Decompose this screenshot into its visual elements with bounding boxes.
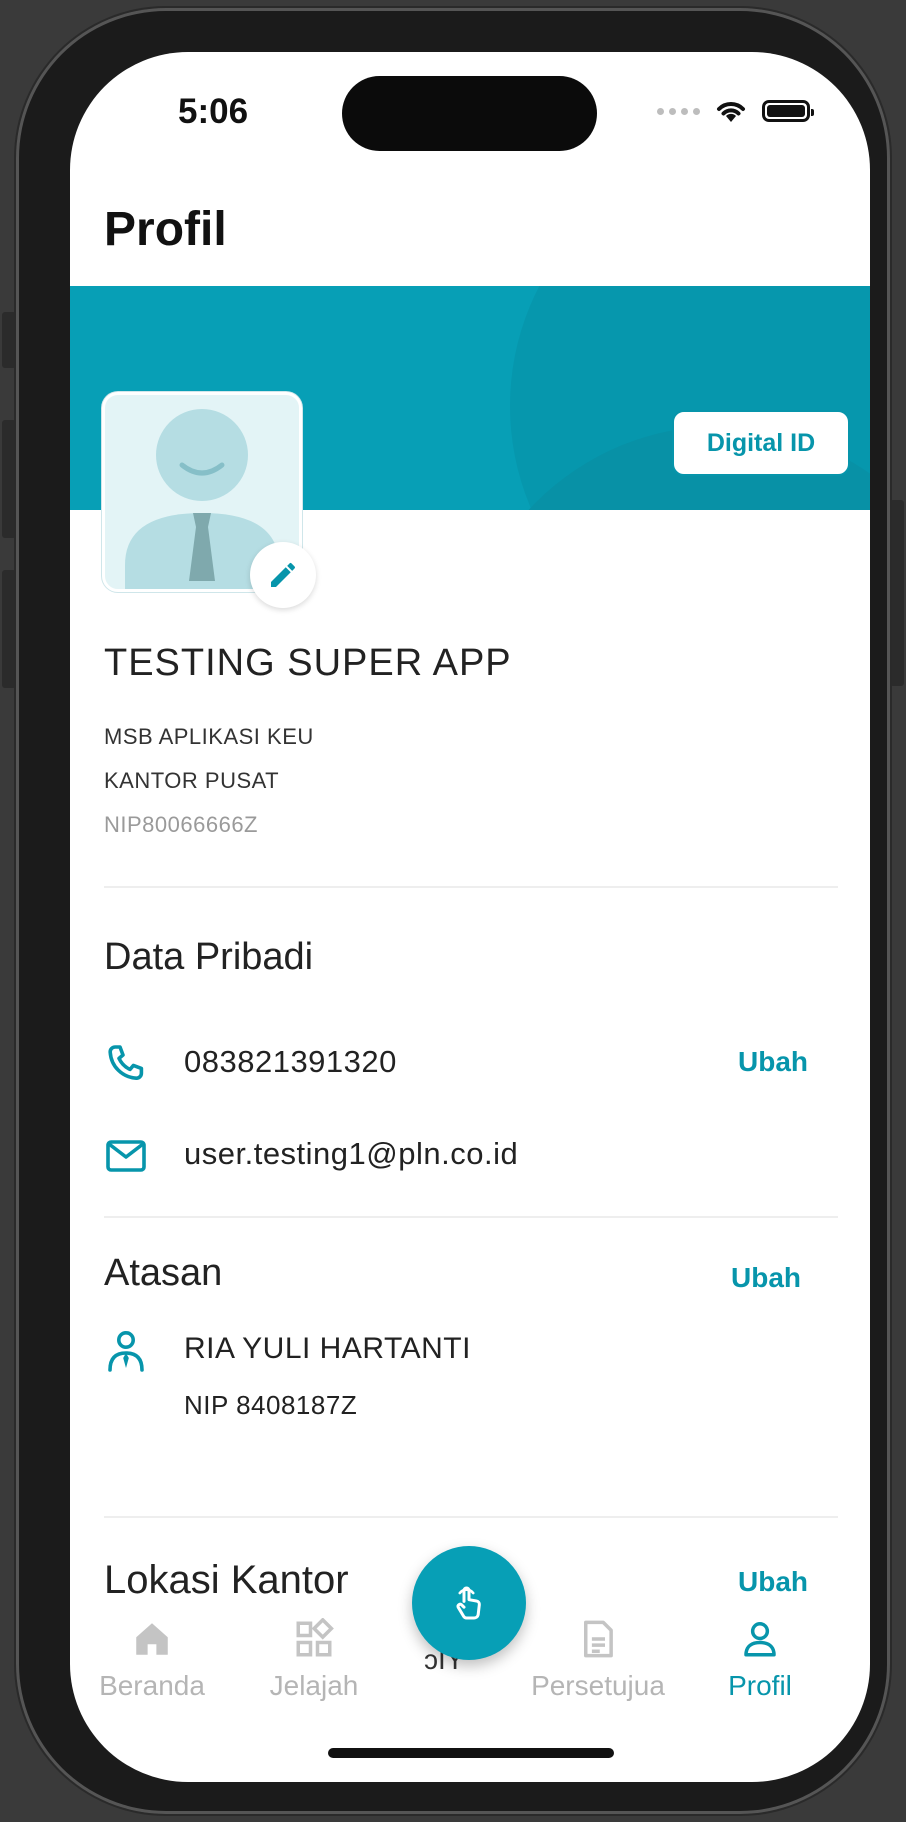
section-title-atasan: Atasan	[104, 1252, 223, 1294]
nav-item-profil[interactable]: Profil	[680, 1608, 840, 1702]
nav-label: Profil	[728, 1670, 792, 1701]
touch-icon	[456, 1586, 481, 1620]
email-address: user.testing1@pln.co.id	[184, 1136, 519, 1171]
edit-photo-button[interactable]	[250, 542, 316, 608]
phone-icon	[102, 1040, 150, 1088]
nav-item-persetujuan[interactable]: Persetujua	[518, 1608, 678, 1702]
digital-id-button[interactable]: Digital ID	[672, 410, 850, 476]
page-title: Profil	[104, 203, 227, 256]
edit-lokasi-link[interactable]: Ubah	[738, 1566, 808, 1598]
home-icon	[136, 1623, 168, 1655]
profile-unit: MSB APLIKASI KEU	[104, 724, 314, 749]
profile-name: TESTING SUPER APP	[104, 642, 512, 684]
status-time: 5:06	[178, 92, 249, 131]
fab-touch-button[interactable]	[412, 1546, 526, 1660]
divider	[104, 886, 838, 888]
power-button	[890, 500, 904, 686]
nav-label: Jelajah	[269, 1670, 359, 1701]
nav-item-jelajah[interactable]: Jelajah	[234, 1608, 394, 1702]
profile-office: KANTOR PUSAT	[104, 768, 280, 793]
volume-down-button	[2, 570, 16, 688]
wifi-icon	[717, 102, 745, 122]
phone-number: 083821391320	[184, 1044, 397, 1079]
atasan-name: RIA YULI HARTANTI	[184, 1332, 471, 1365]
section-title-lokasi-kantor: Lokasi Kantor	[104, 1558, 349, 1602]
edit-atasan-link[interactable]: Ubah	[731, 1262, 801, 1294]
nav-item-beranda[interactable]: Beranda	[72, 1608, 232, 1702]
signal-icon	[657, 107, 700, 115]
edit-phone-link[interactable]: Ubah	[738, 1046, 808, 1078]
battery-icon	[762, 100, 814, 122]
atasan-nip: NIP 8408187Z	[184, 1390, 358, 1420]
supervisor-icon	[102, 1328, 150, 1376]
person-icon	[744, 1622, 776, 1657]
document-icon	[584, 1620, 613, 1658]
grid-icon	[296, 1618, 334, 1657]
divider	[104, 1516, 838, 1518]
profile-nip: NIP80066666Z	[104, 812, 258, 837]
silent-switch	[2, 312, 16, 368]
status-icons	[657, 98, 814, 124]
email-icon	[102, 1132, 150, 1180]
dynamic-island	[342, 76, 597, 151]
screen: 5:06 Profil Digital ID TESTING SUPER APP…	[70, 52, 870, 1782]
nav-label: Persetujua	[531, 1670, 665, 1701]
pencil-icon	[271, 562, 296, 587]
section-title-data-pribadi: Data Pribadi	[104, 936, 314, 978]
volume-up-button	[2, 420, 16, 538]
home-indicator[interactable]	[328, 1748, 614, 1758]
divider	[104, 1216, 838, 1218]
phone-frame: 5:06 Profil Digital ID TESTING SUPER APP…	[16, 8, 890, 1814]
nav-label: Beranda	[99, 1670, 205, 1701]
